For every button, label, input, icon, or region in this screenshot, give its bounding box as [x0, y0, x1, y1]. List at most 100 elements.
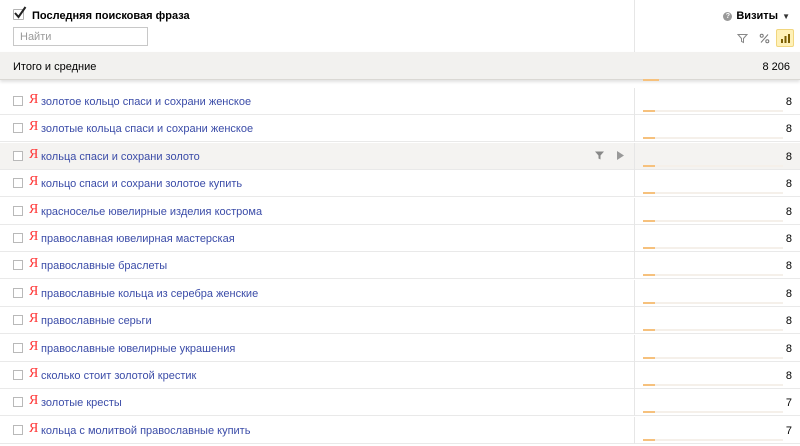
visits-value: 8	[785, 205, 792, 218]
yandex-icon: Я	[29, 119, 39, 135]
visits-value: 8	[785, 150, 792, 163]
search-phrase-link[interactable]: золотое кольцо спаси и сохрани женское	[41, 96, 251, 108]
table-row[interactable]: Язолотые кольца спаси и сохрани женское 8	[0, 115, 800, 143]
row-checkbox[interactable]	[13, 96, 23, 106]
row-checkbox[interactable]	[13, 260, 23, 271]
share-bar-fill	[643, 192, 655, 195]
yandex-icon: Я	[29, 174, 39, 190]
yandex-icon: Я	[29, 338, 39, 354]
search-phrase-link[interactable]: кольца с молитвой православные купить	[41, 425, 250, 437]
search-phrase-link[interactable]: православные серьги	[41, 315, 152, 327]
totals-value: 8 206	[762, 61, 790, 73]
column-divider	[634, 0, 635, 52]
share-bar	[643, 301, 783, 304]
visits-value: 8	[785, 315, 792, 328]
search-input[interactable]	[13, 27, 148, 46]
share-bar	[643, 384, 783, 386]
checkmark-icon	[14, 6, 27, 19]
report-header: Последняя поисковая фраза ? Визиты ▼	[0, 0, 800, 52]
search-phrase-link[interactable]: православные кольца из серебра женские	[41, 288, 258, 300]
share-bar-fill	[643, 274, 655, 277]
search-phrase-link[interactable]: золотые кресты	[41, 397, 122, 409]
table-row[interactable]: Яправославные браслеты 8	[0, 252, 800, 280]
visits-value: 8	[785, 123, 792, 136]
share-bar	[643, 411, 783, 414]
share-bar-fill	[643, 329, 655, 332]
table-row[interactable]: Язолотое кольцо спаси и сохрани женское 8	[0, 88, 800, 115]
share-bar-fill	[643, 247, 655, 249]
totals-label: Итого и средние	[13, 61, 97, 73]
column-divider	[634, 225, 635, 252]
row-checkbox[interactable]	[13, 315, 23, 326]
row-checkbox[interactable]	[13, 123, 23, 134]
percent-icon	[759, 33, 769, 43]
dimension-checkbox[interactable]	[13, 6, 27, 20]
share-bar-fill	[643, 164, 655, 167]
yandex-icon: Я	[29, 311, 39, 327]
search-phrase-link[interactable]: православные ювелирные украшения	[41, 343, 235, 355]
share-bar-fill	[643, 110, 655, 112]
metric-selector[interactable]: ? Визиты ▼	[723, 10, 790, 22]
table-row[interactable]: Якольца с молитвой православные купить 7	[0, 416, 800, 444]
column-divider	[634, 307, 635, 335]
yandex-icon: Я	[29, 229, 39, 244]
search-phrase-link[interactable]: кольцо спаси и сохрани золотое купить	[41, 178, 242, 190]
yandex-icon: Я	[29, 283, 39, 299]
search-phrase-link[interactable]: красноселье ювелирные изделия кострома	[41, 206, 262, 218]
row-checkbox[interactable]	[13, 233, 23, 243]
filter-icon[interactable]	[594, 150, 605, 161]
yandex-icon: Я	[29, 393, 39, 409]
table-row[interactable]: Якольцо спаси и сохрани золотое купить 8	[0, 170, 800, 198]
share-bar-fill	[643, 137, 655, 140]
row-checkbox[interactable]	[13, 397, 23, 408]
search-phrase-link[interactable]: православные браслеты	[41, 260, 167, 272]
bar-chart-icon	[780, 33, 790, 43]
share-bar-fill	[643, 438, 655, 441]
column-divider	[634, 252, 635, 280]
share-bar	[643, 137, 783, 140]
yandex-icon: Я	[29, 92, 39, 107]
search-phrase-link[interactable]: сколько стоит золотой крестик	[41, 370, 196, 382]
table-row[interactable]: Яправославная ювелирная мастерская 8	[0, 225, 800, 252]
row-checkbox[interactable]	[13, 370, 23, 380]
filter-tool-button[interactable]	[733, 29, 751, 47]
share-bar-fill	[643, 219, 655, 222]
search-phrase-link[interactable]: кольца спаси и сохрани золото	[41, 151, 200, 163]
row-checkbox[interactable]	[13, 287, 23, 298]
search-phrase-link[interactable]: золотые кольца спаси и сохрани женское	[41, 123, 253, 135]
row-checkbox[interactable]	[13, 424, 23, 435]
yandex-icon: Я	[29, 201, 39, 217]
row-checkbox[interactable]	[13, 205, 23, 216]
question-icon[interactable]: ?	[723, 11, 733, 21]
column-divider	[634, 279, 635, 307]
percent-tool-button[interactable]	[755, 29, 773, 47]
row-checkbox[interactable]	[13, 342, 23, 353]
share-bar-fill	[643, 411, 655, 414]
bar-chart-tool-button[interactable]	[776, 29, 794, 47]
yandex-icon: Я	[29, 366, 39, 381]
table-row[interactable]: Яправославные кольца из серебра женские 8	[0, 279, 800, 307]
table-row[interactable]: Якрасноселье ювелирные изделия кострома 8	[0, 197, 800, 225]
visits-value: 7	[785, 424, 792, 437]
table-row[interactable]: Яправославные серьги 8	[0, 307, 800, 335]
row-checkbox[interactable]	[13, 178, 23, 189]
dimension-title: Последняя поисковая фраза	[32, 10, 190, 22]
column-divider	[634, 142, 635, 170]
visits-value: 8	[785, 96, 792, 108]
row-checkbox[interactable]	[13, 150, 23, 161]
table-row[interactable]: Язолотые кресты 7	[0, 389, 800, 417]
table-row[interactable]: Яправославные ювелирные украшения 8	[0, 334, 800, 362]
share-bar	[643, 274, 783, 277]
search-phrase-link[interactable]: православная ювелирная мастерская	[41, 233, 235, 245]
visits-value: 8	[785, 370, 792, 382]
share-bar	[643, 356, 783, 359]
table-row[interactable]: Якольца спаси и сохрани золото 8	[0, 142, 800, 170]
share-bar	[643, 219, 783, 222]
column-divider	[634, 170, 635, 198]
share-bar-fill	[643, 356, 655, 359]
table-row[interactable]: Ясколько стоит золотой крестик 8	[0, 362, 800, 389]
play-icon[interactable]	[615, 150, 625, 161]
filter-icon	[736, 33, 748, 43]
share-bar	[643, 110, 783, 112]
column-divider	[634, 88, 635, 115]
